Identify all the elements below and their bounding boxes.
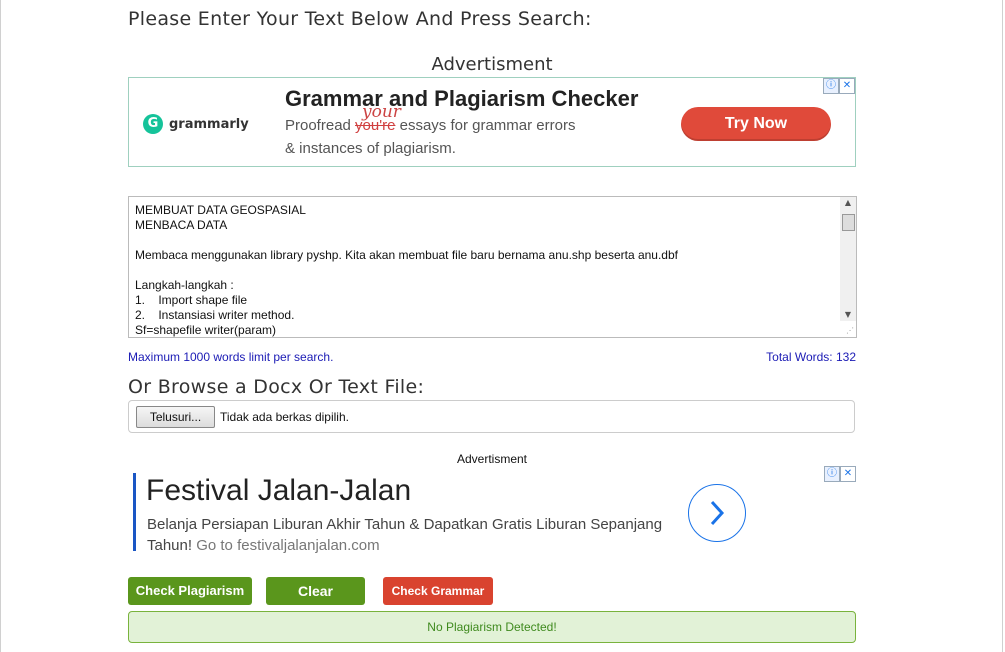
check-grammar-button[interactable]: Check Grammar (383, 577, 493, 605)
grammarly-brand-text: grammarly (169, 116, 249, 132)
ad-choices-badge-bottom[interactable]: ⓘ ✕ (824, 466, 856, 482)
ad-description-line2: & instances of plagiarism. (285, 140, 456, 157)
ad-desc-suffix: essays for grammar errors (395, 117, 576, 134)
ad-description-line1: Proofread you're essays for grammar erro… (285, 117, 575, 134)
check-plagiarism-button[interactable]: Check Plagiarism (128, 577, 252, 605)
festival-ad-title[interactable]: Festival Jalan-Jalan (146, 474, 411, 508)
clear-button[interactable]: Clear (266, 577, 365, 605)
chevron-right-icon (710, 500, 725, 526)
ad-desc-prefix: Proofread (285, 117, 356, 134)
file-status-text: Tidak ada berkas dipilih. (220, 410, 349, 424)
word-limit-note: Maximum 1000 words limit per search. (128, 350, 334, 364)
browse-heading: Or Browse a Docx Or Text File: (128, 376, 425, 398)
ad-info-icon[interactable]: ⓘ (824, 466, 840, 482)
total-words-count: Total Words: 132 (766, 350, 856, 364)
textarea-content[interactable]: MEMBUAT DATA GEOSPASIAL MENBACA DATA Mem… (135, 203, 835, 337)
page-title: Please Enter Your Text Below And Press S… (128, 8, 592, 30)
festival-ad-url[interactable]: Go to festivaljalanjalan.com (192, 537, 379, 554)
festival-ad-description: Belanja Persiapan Liburan Akhir Tahun & … (147, 514, 667, 556)
ad-accent-bar (133, 473, 136, 551)
ad-arrow-button[interactable] (688, 484, 746, 542)
textarea-scrollbar[interactable]: ▲ ▼ (840, 197, 856, 321)
scroll-thumb[interactable] (842, 214, 855, 231)
ad-info-icon[interactable]: ⓘ (823, 78, 839, 94)
ad-label-bottom: Advertisment (456, 452, 528, 466)
ad-choices-badge[interactable]: ⓘ ✕ (823, 78, 855, 94)
ad-close-icon[interactable]: ✕ (839, 78, 855, 94)
page-border-right (1002, 0, 1003, 652)
grammarly-ad[interactable]: ⓘ ✕ G grammarly Grammar and Plagiarism C… (128, 77, 856, 167)
result-message: No Plagiarism Detected! (128, 611, 856, 643)
grammarly-g-icon: G (143, 114, 163, 134)
scroll-down-arrow-icon[interactable]: ▼ (840, 309, 856, 321)
resize-grip-icon[interactable]: ⋰ (846, 326, 854, 335)
festival-ad[interactable]: ⓘ ✕ Festival Jalan-Jalan Belanja Persiap… (128, 466, 856, 558)
text-input-area[interactable]: MEMBUAT DATA GEOSPASIAL MENBACA DATA Mem… (128, 196, 857, 338)
ad-title[interactable]: Grammar and Plagiarism Checker (285, 86, 638, 112)
browse-file-button[interactable]: Telusuri... (136, 406, 215, 428)
scroll-up-arrow-icon[interactable]: ▲ (840, 197, 856, 209)
ad-close-icon[interactable]: ✕ (840, 466, 856, 482)
file-upload-field[interactable]: Telusuri... Tidak ada berkas dipilih. (128, 400, 855, 433)
ad-desc-strikethrough: you're (355, 117, 396, 134)
page-border-left (0, 0, 1, 652)
try-now-button[interactable]: Try Now (681, 107, 831, 141)
ad-label-top: Advertisment (431, 54, 553, 75)
grammarly-logo[interactable]: G grammarly (143, 114, 249, 134)
